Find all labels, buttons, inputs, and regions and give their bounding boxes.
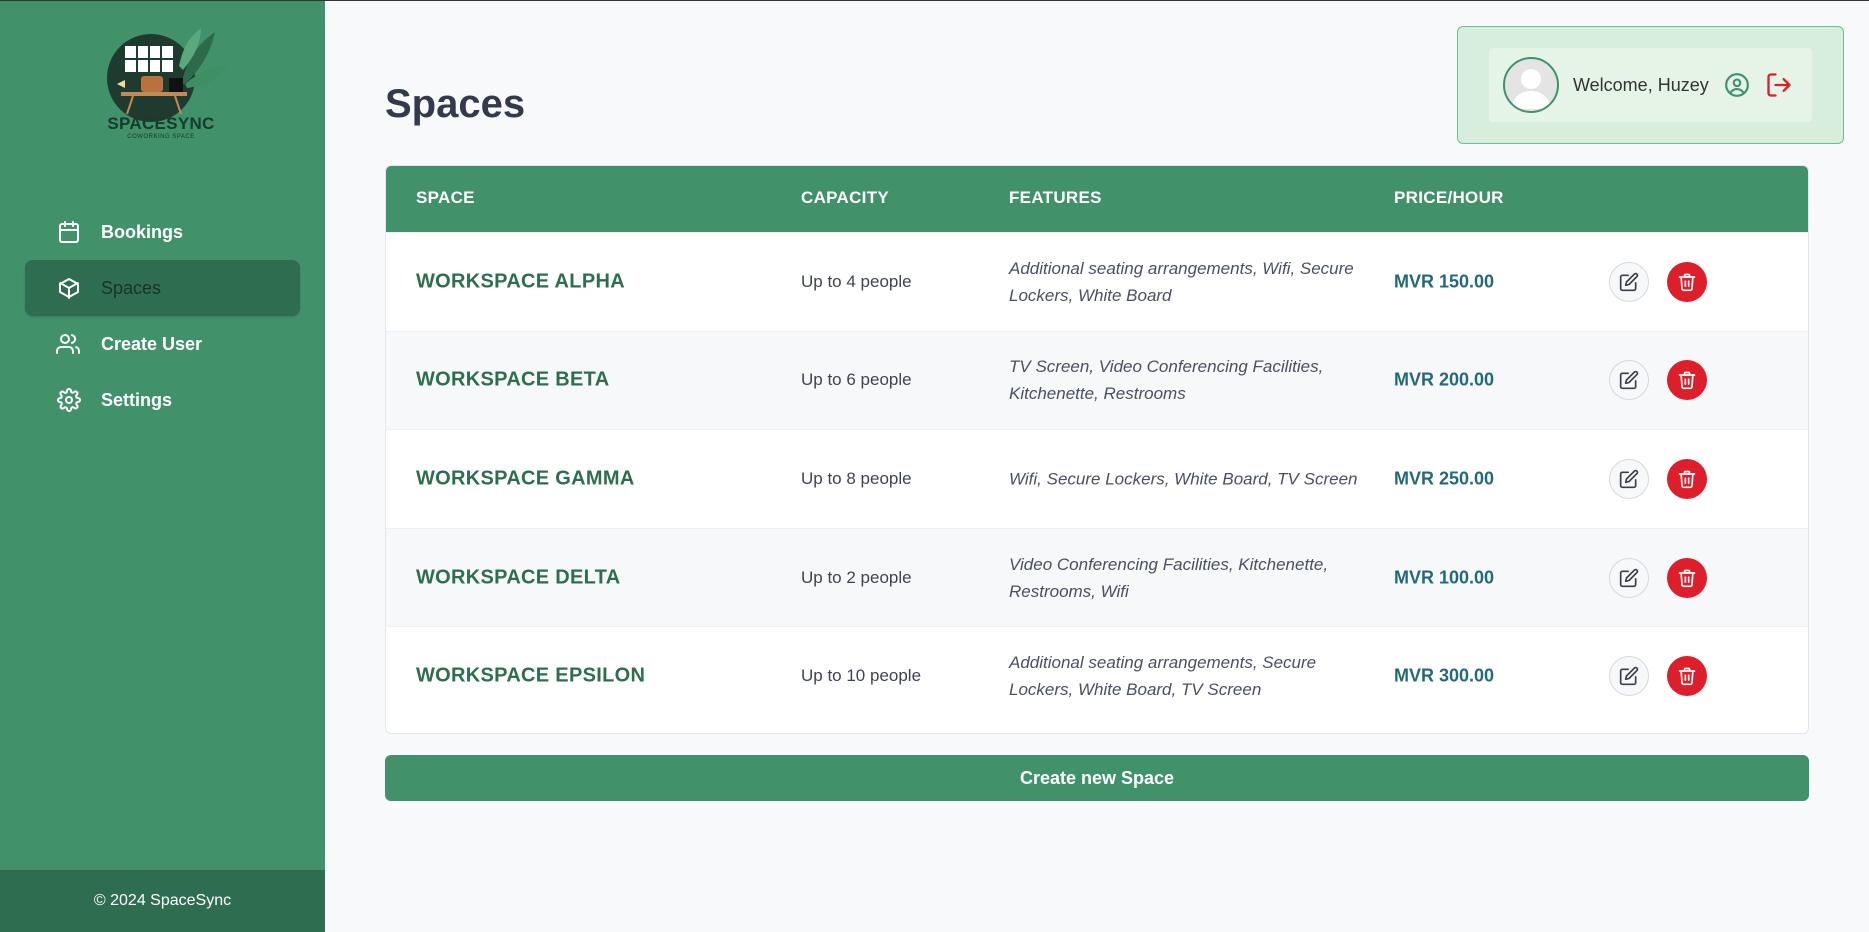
table-row: WORKSPACE GAMMA Up to 8 people Wifi, Sec…	[386, 429, 1808, 528]
row-actions	[1609, 656, 1707, 697]
column-header-price: PRICE/HOUR	[1394, 188, 1504, 207]
space-name: WORKSPACE EPSILON	[416, 664, 646, 687]
edit-icon	[1619, 469, 1639, 489]
delete-button[interactable]	[1667, 360, 1707, 401]
column-header-features: FEATURES	[1009, 188, 1102, 207]
sidebar-item-label: Settings	[101, 389, 173, 410]
space-capacity: Up to 6 people	[801, 370, 912, 390]
sidebar-item-create-user[interactable]: Create User	[25, 316, 300, 372]
gear-icon	[55, 386, 83, 414]
logout-icon[interactable]	[1765, 71, 1793, 99]
space-features: Video Conferencing Facilities, Kitchenet…	[1009, 554, 1329, 601]
space-price: MVR 250.00	[1394, 468, 1495, 489]
space-capacity: Up to 4 people	[801, 271, 912, 291]
create-space-button[interactable]: Create new Space	[385, 755, 1809, 801]
logo-illustration-icon	[107, 28, 227, 122]
row-actions	[1609, 261, 1707, 302]
brand-name: SPACESYNC	[107, 114, 215, 133]
delete-button[interactable]	[1667, 458, 1707, 499]
table-header: SPACE CAPACITY FEATURES PRICE/HOUR	[386, 166, 1808, 232]
top-border	[0, 0, 1869, 1]
trash-icon	[1678, 273, 1696, 291]
page-title: Spaces	[385, 82, 526, 126]
sidebar-item-settings[interactable]: Settings	[25, 372, 300, 428]
avatar-placeholder-icon	[1511, 69, 1551, 109]
space-name: WORKSPACE ALPHA	[416, 270, 625, 293]
brand-tagline: COWORKING SPACE	[127, 134, 195, 140]
space-price: MVR 100.00	[1394, 567, 1495, 588]
edit-button[interactable]	[1609, 458, 1649, 499]
sidebar-item-label: Bookings	[101, 221, 184, 242]
user-info: Welcome, Huzey	[1489, 48, 1812, 122]
delete-button[interactable]	[1667, 557, 1707, 598]
column-header-space: SPACE	[416, 188, 475, 207]
avatar[interactable]	[1503, 57, 1559, 113]
delete-button[interactable]	[1667, 656, 1707, 697]
delete-button[interactable]	[1667, 261, 1707, 302]
edit-button[interactable]	[1609, 557, 1649, 598]
sidebar-nav: Bookings Spaces Create User Settings	[25, 204, 300, 428]
row-actions	[1609, 458, 1707, 499]
sidebar-item-spaces[interactable]: Spaces	[25, 260, 300, 316]
space-name: WORKSPACE DELTA	[416, 566, 621, 589]
row-actions	[1609, 557, 1707, 598]
space-features: Additional seating arrangements, Secure …	[1009, 653, 1317, 700]
table-row: WORKSPACE DELTA Up to 2 people Video Con…	[386, 527, 1808, 627]
table-row: WORKSPACE BETA Up to 6 people TV Screen,…	[386, 330, 1808, 430]
space-features: TV Screen, Video Conferencing Facilities…	[1009, 357, 1324, 404]
sidebar-item-label: Create User	[101, 333, 203, 354]
edit-icon	[1619, 272, 1639, 291]
calendar-icon	[55, 218, 83, 246]
space-capacity: Up to 10 people	[801, 666, 922, 686]
welcome-text: Welcome, Huzey	[1573, 74, 1709, 95]
table-row: WORKSPACE ALPHA Up to 4 people Additiona…	[386, 232, 1808, 331]
brand-logo: SPACESYNC COWORKING SPACE	[103, 26, 231, 144]
space-capacity: Up to 2 people	[801, 567, 912, 587]
table-row: WORKSPACE EPSILON Up to 10 people Additi…	[386, 626, 1808, 725]
user-card: Welcome, Huzey	[1457, 26, 1844, 144]
users-icon	[55, 330, 83, 358]
edit-button[interactable]	[1609, 261, 1649, 302]
space-capacity: Up to 8 people	[801, 468, 912, 488]
sidebar-item-label: Spaces	[101, 277, 162, 298]
space-name: WORKSPACE GAMMA	[416, 467, 635, 490]
column-header-capacity: CAPACITY	[801, 188, 890, 207]
sidebar: SPACESYNC COWORKING SPACE Bookings Space…	[0, 0, 325, 932]
edit-button[interactable]	[1609, 360, 1649, 401]
space-features: Wifi, Secure Lockers, White Board, TV Sc…	[1009, 469, 1358, 489]
trash-icon	[1678, 372, 1696, 390]
edit-icon	[1619, 666, 1639, 686]
edit-icon	[1619, 371, 1639, 390]
sidebar-footer: © 2024 SpaceSync	[0, 870, 325, 932]
user-profile-icon[interactable]	[1723, 71, 1751, 99]
space-price: MVR 300.00	[1394, 665, 1495, 686]
trash-icon	[1678, 667, 1696, 686]
edit-icon	[1619, 568, 1639, 587]
row-actions	[1609, 360, 1707, 401]
edit-button[interactable]	[1609, 656, 1649, 697]
cube-icon	[55, 274, 83, 302]
space-price: MVR 150.00	[1394, 271, 1495, 292]
space-name: WORKSPACE BETA	[416, 368, 610, 391]
spaces-table: SPACE CAPACITY FEATURES PRICE/HOUR WORKS…	[385, 165, 1809, 734]
sidebar-item-bookings[interactable]: Bookings	[25, 204, 300, 260]
trash-icon	[1678, 569, 1696, 587]
space-price: MVR 200.00	[1394, 369, 1495, 390]
trash-icon	[1678, 470, 1696, 489]
space-features: Additional seating arrangements, Wifi, S…	[1009, 258, 1354, 305]
